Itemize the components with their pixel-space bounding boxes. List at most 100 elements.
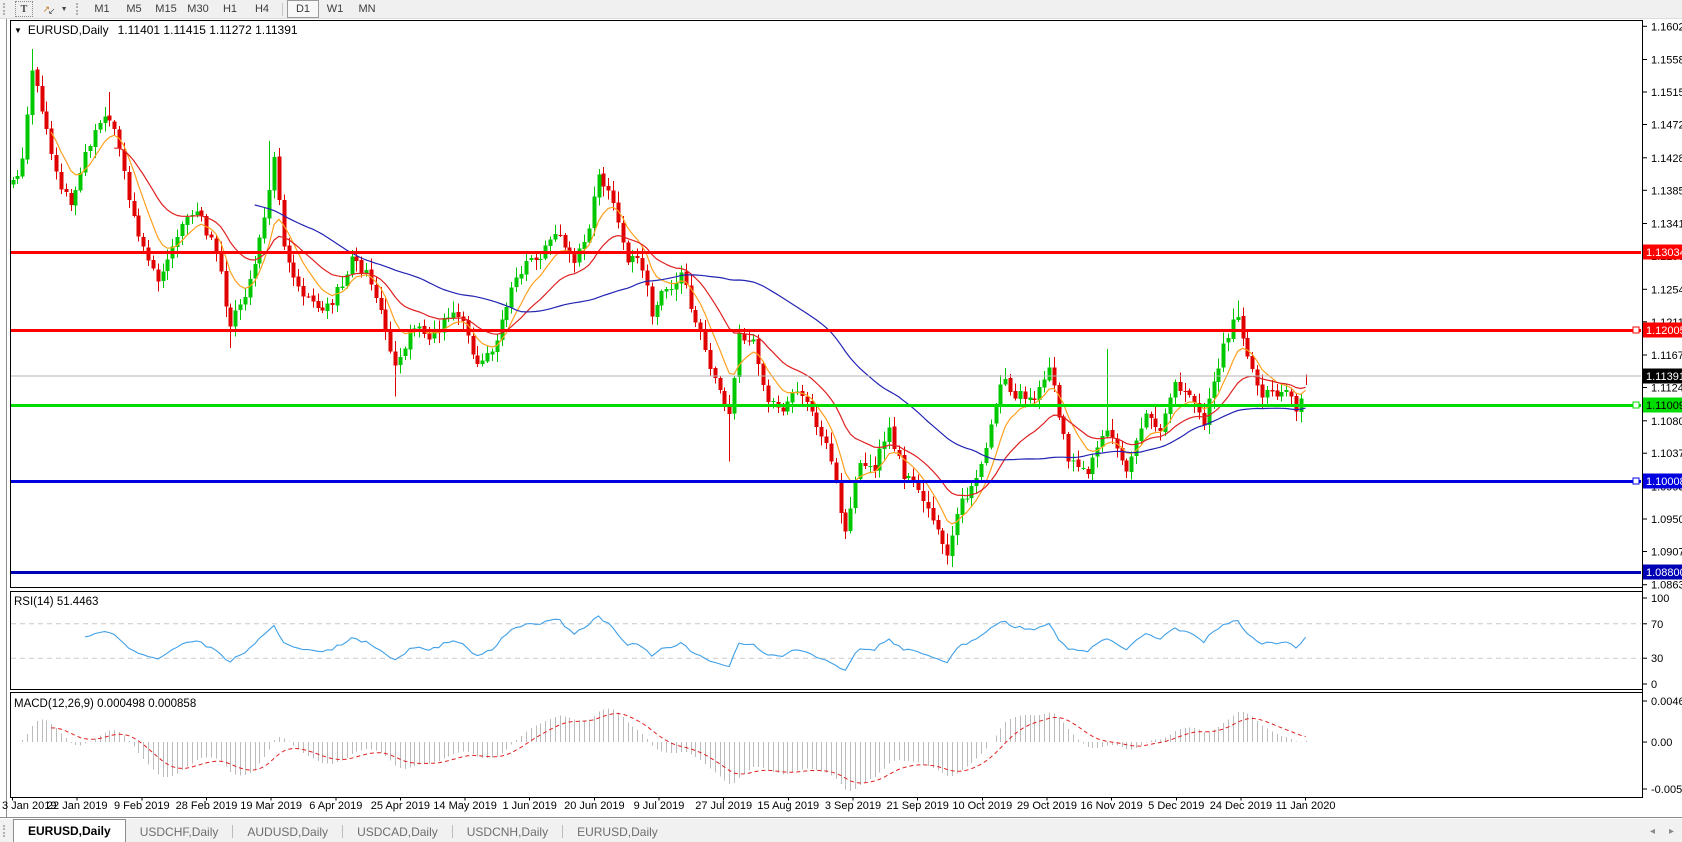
- date-label: 5 Dec 2019: [1148, 800, 1204, 812]
- toolbar-grip[interactable]: [3, 3, 9, 15]
- candle-body: [1173, 382, 1178, 398]
- candle-body: [93, 130, 98, 147]
- candle-body: [945, 544, 950, 556]
- candle-body: [1183, 391, 1188, 393]
- candle-body: [553, 234, 558, 240]
- dropdown-caret-icon: ▼: [60, 5, 68, 13]
- candle-body: [165, 259, 170, 272]
- candle-body: [1124, 460, 1129, 472]
- candle-body: [1057, 385, 1062, 418]
- candle-body: [311, 295, 316, 302]
- chart-tab-audusd-daily[interactable]: AUDUSD,Daily: [233, 821, 342, 842]
- candle-body: [989, 424, 994, 448]
- timeframe-button-h1[interactable]: H1: [214, 0, 246, 18]
- timeframe-button-group: M1 M5 M15 M30 H1 H4 D1 W1 MN: [86, 0, 383, 18]
- candle-body: [650, 286, 655, 317]
- candle-body: [243, 296, 248, 305]
- candle-body: [1241, 315, 1246, 339]
- chart-tab-eurusd-daily-active[interactable]: EURUSD,Daily: [13, 819, 126, 842]
- line-price-label: 1.13034: [1646, 247, 1682, 259]
- chart-canvas[interactable]: 1.16020 1.15580 1.15150 1.14720 1.14280 1.138…: [0, 0, 1682, 842]
- candle-body: [931, 507, 936, 521]
- candle-body: [257, 237, 262, 264]
- candle-body: [509, 287, 514, 308]
- timeframe-button-m30[interactable]: M30: [182, 0, 214, 18]
- candle-body: [834, 462, 839, 481]
- candle-body: [320, 307, 325, 311]
- timeframe-button-d1[interactable]: D1: [287, 0, 319, 18]
- candle-body: [364, 270, 369, 273]
- candle-body: [480, 360, 485, 364]
- line-handle[interactable]: [1632, 401, 1640, 409]
- candle-body: [11, 179, 16, 185]
- timeframe-button-m15[interactable]: M15: [150, 0, 182, 18]
- candle-body: [950, 535, 955, 557]
- candle-body: [558, 234, 563, 236]
- candle-body: [136, 215, 141, 237]
- date-label: 28 Feb 2019: [176, 800, 238, 812]
- tab-scroll-right-button[interactable]: ▸: [1669, 827, 1674, 837]
- candle-body: [403, 348, 408, 357]
- candle-body: [40, 86, 45, 112]
- line-handle[interactable]: [1632, 326, 1640, 334]
- candle-body: [262, 217, 267, 239]
- candle-body: [756, 339, 761, 365]
- candle-body: [994, 407, 999, 424]
- date-label: 3 Sep 2019: [825, 800, 881, 812]
- price-tick-label: 1.11240: [1651, 383, 1682, 395]
- macd-signal-line: [51, 712, 1306, 784]
- macd-tick-label: -0.00529: [1651, 784, 1682, 796]
- chart-tab-usdcnh-daily[interactable]: USDCNH,Daily: [453, 821, 562, 842]
- candle-body: [824, 436, 829, 444]
- candle-body: [1279, 392, 1284, 397]
- candle-body: [868, 465, 873, 467]
- candle-body: [548, 239, 553, 246]
- candle-body: [1275, 390, 1280, 397]
- timeframe-button-m5[interactable]: M5: [118, 0, 150, 18]
- candle-body: [98, 122, 103, 130]
- cursor-modes-button[interactable]: ↗ ↙ ▼: [35, 0, 73, 18]
- timeframe-button-w1[interactable]: W1: [319, 0, 351, 18]
- candle-body: [282, 200, 287, 247]
- line-handle[interactable]: [1632, 477, 1640, 485]
- candle-body: [388, 328, 393, 352]
- price-tick-label: 1.15580: [1651, 55, 1682, 67]
- candle-body: [195, 211, 200, 215]
- candle-body: [107, 115, 112, 121]
- chart-tab-eurusd-daily[interactable]: EURUSD,Daily: [563, 821, 672, 842]
- candle-body: [1129, 456, 1134, 472]
- chart-tab-usdcad-daily[interactable]: USDCAD,Daily: [343, 821, 452, 842]
- tab-scroll-left-button[interactable]: ◂: [1650, 827, 1655, 837]
- candle-body: [960, 498, 965, 515]
- date-label: 20 Jun 2019: [564, 800, 625, 812]
- candle-body: [1284, 390, 1289, 393]
- candle-body: [611, 190, 616, 203]
- symbol-collapse-icon[interactable]: ▼: [14, 26, 22, 35]
- candle-body: [1226, 338, 1231, 343]
- candle-body: [127, 171, 132, 200]
- candle-body: [335, 286, 340, 306]
- date-label: 16 Nov 2019: [1080, 800, 1142, 812]
- timeframe-button-mn[interactable]: MN: [351, 0, 383, 18]
- candle-body: [1023, 391, 1028, 400]
- candle-body: [209, 234, 214, 238]
- tabbar-grip[interactable]: [3, 825, 9, 837]
- candle-body: [25, 114, 30, 160]
- macd-tick-label: 0.00: [1651, 737, 1672, 749]
- candle-body: [979, 463, 984, 478]
- candle-body: [693, 310, 698, 323]
- candle-body: [69, 192, 74, 205]
- toolbar-grip[interactable]: [76, 3, 82, 15]
- candle-body: [30, 70, 35, 116]
- text-tool-button[interactable]: T: [15, 1, 33, 17]
- timeframe-button-m1[interactable]: M1: [86, 0, 118, 18]
- candle-body: [161, 271, 166, 281]
- timeframe-button-h4[interactable]: H4: [246, 0, 278, 18]
- candle-body: [592, 196, 597, 228]
- candle-body: [233, 310, 238, 327]
- line-price-label: 1.12005: [1646, 325, 1682, 337]
- macd-tick-label: 0.00463: [1651, 696, 1682, 708]
- date-label: 9 Jul 2019: [634, 800, 685, 812]
- candle-body: [64, 188, 69, 193]
- chart-tab-usdchf-daily[interactable]: USDCHF,Daily: [126, 821, 233, 842]
